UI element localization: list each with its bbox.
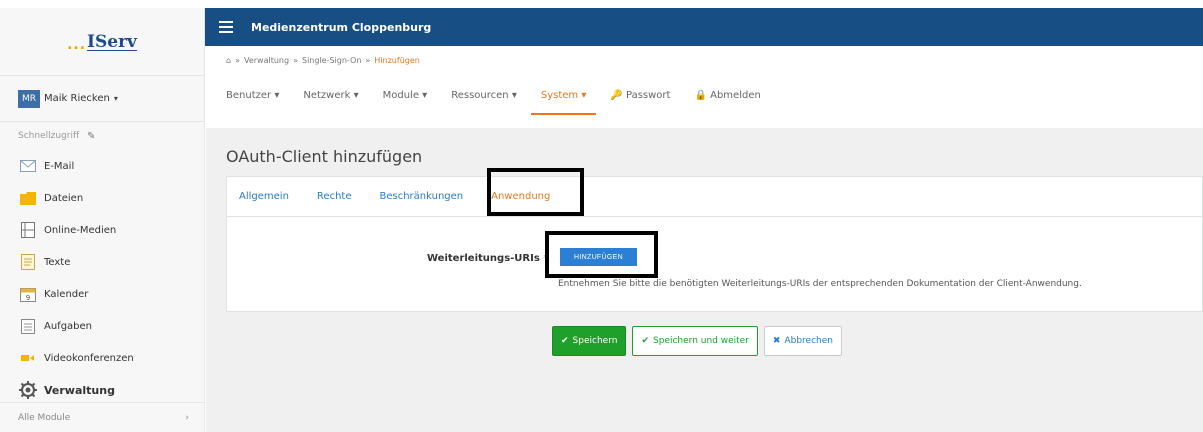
quickaccess-label: Schnellzugriff bbox=[18, 131, 80, 141]
form-panel: Weiterleitungs-URIs * HINZUFÜGEN Entnehm… bbox=[226, 216, 1203, 312]
text-document-icon bbox=[18, 253, 38, 271]
redirect-uris-label: Weiterleitungs-URIs * bbox=[427, 253, 548, 264]
logo-area: ... IServ bbox=[0, 8, 204, 76]
save-and-continue-button[interactable]: ✔ Speichern und weiter bbox=[632, 326, 758, 356]
main-navigation: Benutzer ▾ Netzwerk ▾ Module ▾ Ressource… bbox=[226, 86, 785, 126]
breadcrumb-separator: » bbox=[235, 56, 240, 65]
tab-beschraenkungen[interactable]: Beschränkungen bbox=[379, 191, 463, 202]
cancel-button[interactable]: ✖ Abbrechen bbox=[763, 326, 842, 356]
page-title: OAuth-Client hinzufügen bbox=[226, 147, 423, 166]
nav-system[interactable]: System ▾ bbox=[530, 86, 597, 115]
clipboard-icon bbox=[18, 317, 38, 335]
lock-icon: 🔒 bbox=[694, 90, 707, 101]
sidebar-item-aufgaben[interactable]: Aufgaben bbox=[0, 310, 204, 342]
all-modules-label: Alle Module bbox=[18, 412, 71, 423]
nav-benutzer[interactable]: Benutzer ▾ bbox=[226, 86, 279, 113]
sidebar-item-email[interactable]: E-Mail bbox=[0, 150, 204, 182]
iserv-logo[interactable]: ... IServ bbox=[67, 32, 137, 52]
top-bar: Medienzentrum Cloppenburg bbox=[205, 8, 1203, 46]
envelope-icon bbox=[18, 157, 38, 175]
quickaccess-header: Schnellzugriff ✎ bbox=[0, 122, 204, 150]
nav-label: Passwort bbox=[626, 90, 671, 101]
key-icon: 🔑 bbox=[610, 90, 623, 101]
calendar-icon: 9 bbox=[18, 285, 38, 303]
save-label: Speichern bbox=[572, 336, 618, 346]
caret-down-icon: ▾ bbox=[353, 90, 359, 101]
breadcrumb-verwaltung[interactable]: Verwaltung bbox=[244, 56, 289, 65]
nav-label: Module bbox=[382, 90, 419, 101]
checkmark-icon: ✔ bbox=[561, 336, 569, 346]
close-icon: ✖ bbox=[772, 336, 781, 346]
caret-down-icon: ▾ bbox=[274, 90, 280, 101]
sidebar-item-label: Kalender bbox=[44, 288, 89, 300]
sidebar-item-label: E-Mail bbox=[44, 160, 75, 172]
field-label-text: Weiterleitungs-URIs bbox=[427, 253, 540, 264]
nav-module[interactable]: Module ▾ bbox=[383, 86, 428, 113]
cancel-label: Abbrechen bbox=[784, 336, 833, 346]
chevron-right-icon: › bbox=[185, 412, 189, 423]
avatar: MR bbox=[18, 89, 40, 108]
help-text: Entnehmen Sie bitte die benötigten Weite… bbox=[558, 279, 1082, 289]
tab-bar: Allgemein Rechte Beschränkungen Anwendun… bbox=[226, 176, 1203, 216]
add-redirect-uri-button[interactable]: HINZUFÜGEN bbox=[560, 248, 637, 266]
sidebar-item-videokonferenzen[interactable]: Videokonferenzen bbox=[0, 342, 204, 374]
breadcrumb: ⌂ » Verwaltung » Single-Sign-On » Hinzuf… bbox=[226, 56, 420, 65]
sidebar: ... IServ MR Maik Riecken ▾ Schnellzugri… bbox=[0, 8, 205, 432]
sidebar-item-label: Online-Medien bbox=[44, 224, 117, 236]
logo-name: IServ bbox=[87, 31, 137, 52]
tab-allgemein[interactable]: Allgemein bbox=[239, 191, 289, 202]
all-modules-link[interactable]: Alle Module › bbox=[0, 402, 205, 432]
save-next-label: Speichern und weiter bbox=[653, 336, 749, 346]
breadcrumb-separator: » bbox=[293, 56, 298, 65]
breadcrumb-current: Hinzufügen bbox=[374, 56, 420, 65]
save-button[interactable]: ✔ Speichern bbox=[552, 326, 627, 356]
checkmark-icon: ✔ bbox=[641, 336, 649, 346]
sidebar-item-label: Verwaltung bbox=[44, 383, 115, 397]
tab-anwendung[interactable]: Anwendung bbox=[491, 191, 550, 202]
pencil-icon[interactable]: ✎ bbox=[87, 131, 95, 142]
sidebar-item-kalender[interactable]: 9 Kalender bbox=[0, 278, 204, 310]
hamburger-menu-icon[interactable] bbox=[219, 21, 233, 33]
nav-ressourcen[interactable]: Ressourcen ▾ bbox=[451, 86, 517, 113]
nav-label: Ressourcen bbox=[451, 90, 509, 101]
nav-passwort[interactable]: 🔑 Passwort bbox=[610, 86, 670, 113]
tab-rechte[interactable]: Rechte bbox=[317, 191, 352, 202]
sidebar-item-label: Texte bbox=[44, 256, 71, 268]
user-name: Maik Riecken bbox=[44, 93, 110, 104]
caret-down-icon: ▾ bbox=[581, 90, 587, 101]
folder-icon bbox=[18, 189, 38, 207]
nav-label: Abmelden bbox=[710, 90, 761, 101]
media-icon bbox=[18, 221, 38, 239]
nav-abmelden[interactable]: 🔒 Abmelden bbox=[694, 86, 760, 113]
sidebar-item-label: Aufgaben bbox=[44, 320, 93, 332]
nav-label: System bbox=[540, 90, 579, 101]
home-icon[interactable]: ⌂ bbox=[226, 56, 231, 65]
breadcrumb-separator: » bbox=[365, 56, 371, 65]
video-icon bbox=[18, 349, 38, 367]
required-marker: * bbox=[543, 253, 549, 264]
sidebar-item-online-medien[interactable]: Online-Medien bbox=[0, 214, 204, 246]
nav-label: Benutzer bbox=[226, 90, 272, 101]
form-actions: ✔ Speichern ✔ Speichern und weiter ✖ Abbrec… bbox=[552, 326, 842, 356]
caret-down-icon: ▾ bbox=[113, 94, 118, 103]
caret-down-icon: ▾ bbox=[422, 90, 428, 101]
site-title: Medienzentrum Cloppenburg bbox=[251, 20, 432, 34]
logo-dots: ... bbox=[67, 36, 87, 53]
gear-icon bbox=[18, 381, 38, 399]
svg-text:9: 9 bbox=[26, 294, 30, 302]
user-menu[interactable]: MR Maik Riecken ▾ bbox=[0, 76, 204, 122]
sidebar-item-label: Videokonferenzen bbox=[44, 352, 134, 364]
sidebar-item-label: Dateien bbox=[44, 192, 84, 204]
breadcrumb-sso[interactable]: Single-Sign-On bbox=[302, 56, 361, 65]
sidebar-item-texte[interactable]: Texte bbox=[0, 246, 204, 278]
sidebar-item-dateien[interactable]: Dateien bbox=[0, 182, 204, 214]
caret-down-icon: ▾ bbox=[511, 90, 517, 101]
nav-label: Netzwerk bbox=[303, 90, 351, 101]
nav-netzwerk[interactable]: Netzwerk ▾ bbox=[303, 86, 358, 113]
